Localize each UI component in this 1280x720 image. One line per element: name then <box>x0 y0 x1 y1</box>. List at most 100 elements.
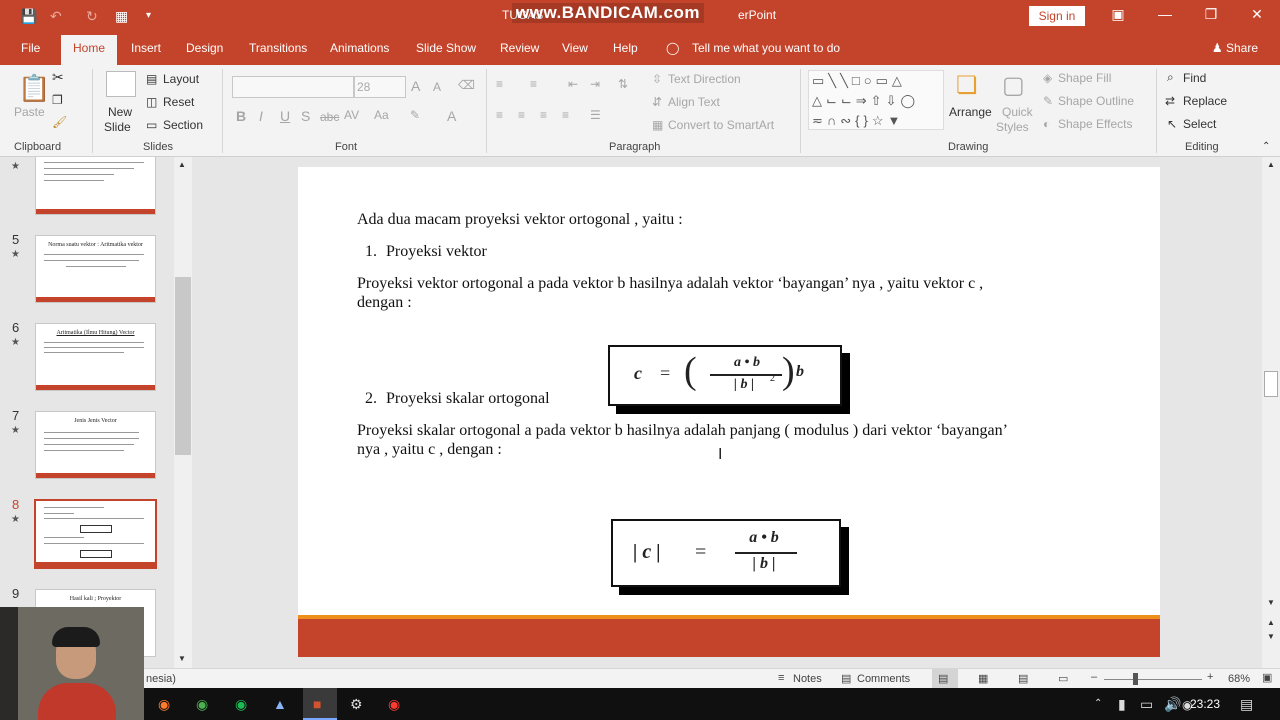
tab-transitions[interactable]: Transitions <box>249 41 307 55</box>
clear-formatting-icon[interactable]: ⌫ <box>458 78 475 92</box>
usb-icon[interactable]: ▮ <box>1118 696 1126 713</box>
fit-to-window-icon[interactable]: ▣ <box>1262 671 1272 684</box>
tab-help[interactable]: Help <box>613 41 638 55</box>
replace-button[interactable]: Replace <box>1183 94 1227 108</box>
list-item-proyeksi-vektor[interactable]: Proyeksi vektor <box>386 243 487 261</box>
paragraph-2-line-2[interactable]: nya , yaitu c , dengan : <box>357 441 502 459</box>
scrollbar-thumb[interactable] <box>175 277 191 455</box>
save-icon[interactable]: 💾 <box>20 8 37 25</box>
quick-styles-button-line2[interactable]: Styles <box>996 120 1029 134</box>
bold-icon[interactable]: B <box>236 108 246 124</box>
columns-icon[interactable]: ☰ <box>590 108 601 122</box>
decrease-indent-icon[interactable]: ⇤ <box>568 77 578 91</box>
font-name-field[interactable] <box>232 76 354 98</box>
text-direction-button[interactable]: Text Direction <box>668 72 741 86</box>
find-button[interactable]: Find <box>1183 71 1206 85</box>
character-spacing-icon[interactable]: AV <box>344 108 359 122</box>
tab-view[interactable]: View <box>562 41 588 55</box>
scroll-up-icon[interactable]: ▲ <box>178 160 186 169</box>
underline-icon[interactable]: U <box>280 108 290 124</box>
sign-in-button[interactable]: Sign in <box>1029 6 1085 26</box>
show-hidden-icons-icon[interactable]: ⌃ <box>1094 698 1102 709</box>
layout-button[interactable]: Layout <box>163 72 199 86</box>
paste-button[interactable]: Paste <box>14 105 45 119</box>
tab-animations[interactable]: Animations <box>330 41 389 55</box>
settings-gear-icon[interactable]: ⚙ <box>350 696 363 713</box>
section-button[interactable]: Section <box>163 118 203 132</box>
zoom-out-icon[interactable]: – <box>1091 671 1097 683</box>
language-indicator[interactable]: nesia) <box>146 673 176 685</box>
slide-scrollbar[interactable]: ▲ ▼ ▲ ▼ <box>1262 157 1280 668</box>
firefox-icon[interactable]: ◉ <box>158 696 170 713</box>
align-center-icon[interactable]: ≡ <box>518 108 525 122</box>
collapse-ribbon-icon[interactable]: ⌃ <box>1262 141 1270 152</box>
slide-show-icon[interactable]: ▭ <box>1058 672 1068 685</box>
tab-file[interactable]: File <box>21 41 40 55</box>
notifications-icon[interactable]: ▤ <box>1240 696 1253 713</box>
zoom-level[interactable]: 68% <box>1228 673 1250 685</box>
zoom-slider-handle[interactable] <box>1133 673 1138 685</box>
slide-sorter-icon[interactable]: ▦ <box>978 672 988 685</box>
current-slide[interactable]: Ada dua macam proyeksi vektor ortogonal … <box>298 167 1160 657</box>
convert-smartart-button[interactable]: Convert to SmartArt <box>668 118 774 132</box>
formula-vector-projection[interactable]: c = ( a • b | b | 2 ) b <box>608 345 842 406</box>
scrollbar-thumb[interactable] <box>1264 371 1278 397</box>
decrease-font-size-icon[interactable]: A <box>433 80 441 94</box>
tab-home[interactable]: Home <box>61 35 118 65</box>
battery-icon[interactable]: ▭ <box>1140 696 1153 713</box>
select-button[interactable]: Select <box>1183 117 1216 131</box>
strikethrough-icon[interactable]: abc <box>320 110 339 124</box>
numbering-icon[interactable]: ≡ <box>530 77 537 91</box>
tab-insert[interactable]: Insert <box>131 41 161 55</box>
justify-icon[interactable]: ≡ <box>562 108 569 122</box>
reading-view-icon[interactable]: ▤ <box>1018 672 1028 685</box>
paragraph-1-line-2[interactable]: dengan : <box>357 294 412 312</box>
slide-thumbnail-8-selected[interactable] <box>34 499 157 569</box>
arrange-button[interactable]: Arrange <box>949 105 992 119</box>
thumbnail-scrollbar[interactable]: ▲ ▼ <box>174 157 192 668</box>
zoom-slider[interactable] <box>1104 679 1202 680</box>
font-color-icon[interactable]: A <box>447 108 456 124</box>
app-cube-icon[interactable]: ▲ <box>273 696 287 712</box>
close-button[interactable]: ✕ <box>1242 6 1272 23</box>
paragraph-1-line-1[interactable]: Proyeksi vektor ortogonal a pada vektor … <box>357 275 983 293</box>
italic-icon[interactable]: I <box>259 108 263 124</box>
restore-button[interactable]: ❐ <box>1196 6 1226 23</box>
align-left-icon[interactable]: ≡ <box>496 108 503 122</box>
slide-thumbnail-5[interactable]: Norma suatu vektor : Aritmatika vektor <box>35 235 156 303</box>
spotify-icon[interactable]: ◉ <box>235 696 247 713</box>
change-case-icon[interactable]: Aa <box>374 108 389 122</box>
bullets-icon[interactable]: ≡ <box>496 77 503 91</box>
align-text-button[interactable]: Align Text <box>668 95 720 109</box>
shape-outline-button[interactable]: Shape Outline <box>1058 94 1134 108</box>
shape-effects-button[interactable]: Shape Effects <box>1058 117 1133 131</box>
ribbon-display-options-icon[interactable]: ▣ <box>1103 6 1133 23</box>
minimize-button[interactable]: — <box>1150 6 1180 22</box>
scroll-up-icon[interactable]: ▲ <box>1267 160 1275 169</box>
increase-font-size-icon[interactable]: A <box>411 78 420 94</box>
shape-fill-button[interactable]: Shape Fill <box>1058 71 1111 85</box>
share-button[interactable]: ♟ Share <box>1212 41 1258 55</box>
scroll-down-icon[interactable]: ▼ <box>1267 598 1275 607</box>
zoom-in-icon[interactable]: + <box>1207 671 1213 683</box>
reset-button[interactable]: Reset <box>163 95 194 109</box>
slide-thumbnail-4[interactable] <box>35 157 156 215</box>
paragraph-2-line-1[interactable]: Proyeksi skalar ortogonal a pada vektor … <box>357 422 1008 440</box>
previous-slide-icon[interactable]: ▲ <box>1267 618 1275 627</box>
tab-slide-show[interactable]: Slide Show <box>416 41 476 55</box>
highlight-icon[interactable]: ✎ <box>410 108 420 122</box>
slide-thumbnail-6[interactable]: Aritmatika (Ilmu Hitung) Vector <box>35 323 156 391</box>
font-size-field[interactable]: 28 <box>354 76 406 98</box>
speaker-icon[interactable]: 🔊 <box>1164 696 1181 713</box>
next-slide-icon[interactable]: ▼ <box>1267 632 1275 641</box>
scroll-down-icon[interactable]: ▼ <box>178 654 186 663</box>
tell-me-search[interactable]: Tell me what you want to do <box>692 41 840 55</box>
undo-icon[interactable]: ↶ <box>50 8 62 25</box>
notes-button[interactable]: Notes <box>793 673 822 685</box>
normal-view-icon[interactable]: ▤ <box>938 672 948 685</box>
customize-toolbar-icon[interactable]: ▾ <box>146 10 151 21</box>
formula-scalar-projection[interactable]: | c | = a • b | b | <box>611 519 841 587</box>
clock[interactable]: 23:23 <box>1190 697 1220 711</box>
slide-intro-text[interactable]: Ada dua macam proyeksi vektor ortogonal … <box>357 211 683 229</box>
tab-review[interactable]: Review <box>500 41 539 55</box>
